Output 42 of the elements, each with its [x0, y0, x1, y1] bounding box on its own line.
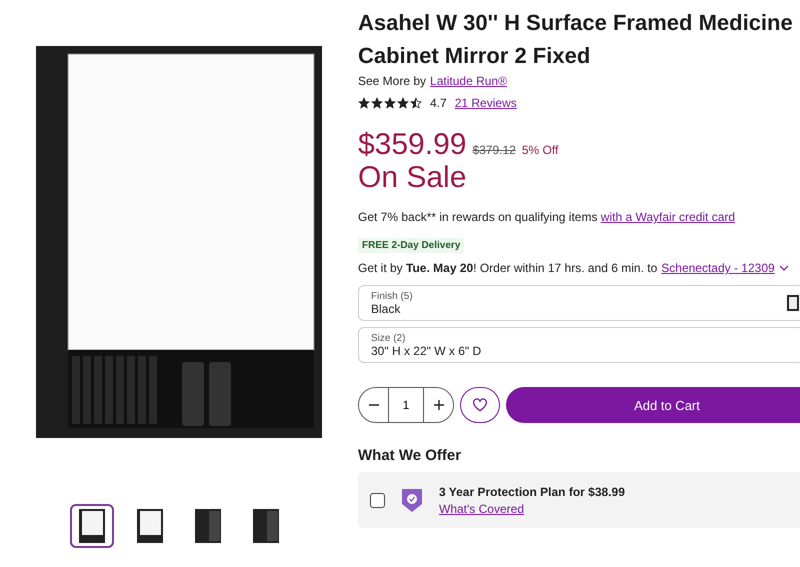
rewards-text: Get 7% back** in rewards on qualifying items [358, 210, 598, 224]
star-icon [384, 97, 396, 109]
option-selector[interactable]: Finish (5) Black [358, 285, 800, 321]
cabinet-thumbnail-icon [251, 508, 281, 544]
chevron-down-icon[interactable] [778, 263, 789, 273]
location-link[interactable]: Schenectady - 12309 [661, 261, 775, 275]
finish-swatch-icon [787, 295, 799, 311]
delivery-badge: FREE 2-Day Delivery [358, 238, 464, 253]
discount-label: 5% Off [522, 143, 558, 157]
cabinet-thumbnail-icon [193, 508, 223, 544]
gallery-thumbnail[interactable] [70, 504, 114, 548]
star-icon [358, 97, 370, 109]
star-icon [410, 97, 422, 109]
original-price: $379.12 [472, 143, 516, 157]
cabinet-thumbnail-icon [135, 508, 165, 544]
reviews-link[interactable]: 21 Reviews [454, 96, 517, 110]
brand-prefix: See More by [358, 74, 426, 88]
quantity-stepper[interactable]: 1 [358, 387, 454, 423]
heart-icon [472, 398, 488, 412]
option-label: Size (2) [371, 332, 406, 344]
brand-link[interactable]: Latitude Run® [430, 74, 507, 88]
credit-card-link[interactable]: with a Wayfair credit card [600, 210, 736, 224]
cabinet-thumbnail-icon [77, 508, 107, 544]
offer-title: 3 Year Protection Plan for $38.99 [439, 484, 625, 498]
star-icon [397, 97, 409, 109]
whats-covered-link[interactable]: What's Covered [439, 502, 625, 516]
product-title: Asahel W 30'' H Surface Framed Medicine Cabinet Mirror 2 Fixed [358, 9, 794, 70]
option-label: Finish (5) [371, 290, 413, 302]
option-selector[interactable]: Size (2) 30" H x 22" W x 6" D [358, 327, 800, 363]
favorite-button[interactable] [460, 387, 500, 423]
plus-icon [432, 399, 444, 411]
offer-checkbox[interactable] [370, 492, 385, 508]
shield-check-icon [401, 487, 423, 513]
sale-label: On Sale [358, 162, 468, 194]
add-to-cart-button[interactable]: Add to Cart [506, 387, 800, 423]
option-value: 30" H x 22" W x 6" D [371, 344, 482, 358]
delivery-text: Get it by Tue. May 20! Order within 17 hrs. and 6 min. to [358, 261, 658, 275]
star-icon [371, 97, 383, 109]
section-heading: What We Offer [358, 447, 462, 464]
option-value: Black [371, 302, 402, 316]
sale-price: $359.99 [358, 128, 466, 162]
rating-value: 4.7 [430, 96, 447, 110]
